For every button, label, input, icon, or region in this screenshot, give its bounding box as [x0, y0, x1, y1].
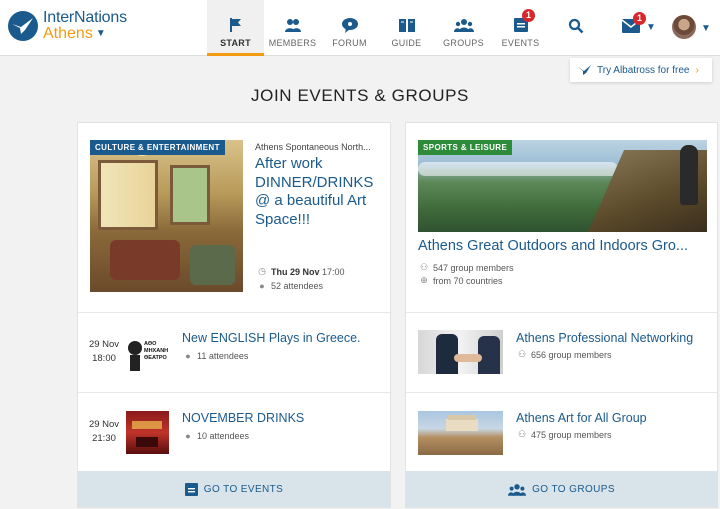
- group-row[interactable]: Athens Art for All Group ⚇ 475 group mem…: [406, 393, 717, 472]
- event-date: Thu 29 Nov: [271, 266, 320, 277]
- top-header: InterNations Athens ▼ START MEMBERS FORUM…: [0, 0, 720, 56]
- groups-icon: [508, 483, 527, 496]
- event-row[interactable]: 29 Nov 21:30 NOVEMBER DRINKS ● 10 attend…: [78, 393, 390, 472]
- search-icon[interactable]: [568, 18, 584, 34]
- nav-members[interactable]: MEMBERS: [264, 0, 321, 56]
- group-members: 547 group members: [433, 262, 514, 273]
- mail-menu[interactable]: 1 ▼: [620, 12, 656, 38]
- nav-label: EVENTS: [501, 38, 540, 48]
- group-members: 656 group members: [531, 349, 612, 360]
- nav-forum[interactable]: FORUM: [321, 0, 378, 56]
- globe-icon: ⊕: [420, 275, 428, 285]
- chevron-right-icon: ›: [695, 64, 699, 76]
- nav-label: FORUM: [332, 38, 367, 48]
- group-row[interactable]: Athens Professional Networking ⚇ 656 gro…: [406, 313, 717, 392]
- group-members: 475 group members: [531, 429, 612, 440]
- event-attendees: 10 attendees: [197, 431, 250, 441]
- bird-icon: [578, 65, 591, 75]
- nav-label: MEMBERS: [268, 38, 317, 48]
- event-featured-image[interactable]: [90, 140, 243, 292]
- page-title: JOIN EVENTS & GROUPS: [251, 86, 469, 105]
- group-title[interactable]: Athens Great Outdoors and Indoors Gro...: [418, 238, 710, 254]
- event-time: 17:00: [322, 266, 345, 277]
- bird-logo-icon: [8, 11, 38, 41]
- albatross-label: Try Albatross for free: [597, 64, 690, 76]
- forum-icon: [341, 18, 358, 33]
- thumb-logo-text: ΑΘΟ ΜΗΧΑΝΗ ΘΕΑΤΡΟ: [144, 341, 169, 361]
- internations-logo[interactable]: InterNations Athens ▼: [8, 10, 127, 42]
- event-title: New ENGLISH Plays in Greece.: [182, 331, 361, 345]
- city-selector[interactable]: Athens ▼: [43, 26, 127, 42]
- group-title: Athens Art for All Group: [516, 411, 647, 425]
- category-tag: SPORTS & LEISURE: [418, 140, 513, 155]
- chevron-down-icon: ▼: [646, 22, 656, 33]
- chevron-down-icon: ▼: [701, 23, 711, 34]
- group-thumbnail: [418, 411, 503, 455]
- group-thumbnail: [418, 330, 503, 374]
- event-time: 21:30: [92, 433, 116, 444]
- event-thumbnail: ΑΘΟ ΜΗΧΑΝΗ ΘΕΑΤΡΟ: [126, 333, 169, 376]
- profile-menu[interactable]: ▼: [672, 15, 714, 41]
- event-day: 29 Nov: [88, 339, 120, 350]
- groups-card: SPORTS & LEISURE Athens Great Outdoors a…: [405, 122, 718, 508]
- groups-icon: [453, 19, 474, 32]
- members-icon: [284, 19, 301, 32]
- members-icon: ⚇: [517, 429, 527, 439]
- go-to-events-label: GO TO EVENTS: [203, 483, 284, 495]
- nav-guide[interactable]: GUIDE: [378, 0, 435, 56]
- main-nav: START MEMBERS FORUM GUIDE GROUPS 1 EVENT…: [207, 0, 549, 56]
- nav-label: GUIDE: [391, 38, 422, 48]
- person-icon: ●: [185, 351, 191, 361]
- event-attendees: 11 attendees: [197, 351, 249, 361]
- nav-label: GROUPS: [443, 38, 484, 48]
- go-to-groups-label: GO TO GROUPS: [532, 483, 615, 495]
- event-attendees: 52 attendees: [271, 281, 324, 291]
- group-title: Athens Professional Networking: [516, 331, 694, 345]
- members-icon: ⚇: [517, 349, 527, 359]
- event-row[interactable]: 29 Nov 18:00 ΑΘΟ ΜΗΧΑΝΗ ΘΕΑΤΡΟ New ENGLI…: [78, 313, 390, 392]
- brand-name: InterNations: [43, 9, 127, 26]
- nav-label: START: [220, 38, 251, 48]
- nav-events[interactable]: 1 EVENTS: [492, 0, 549, 56]
- event-group-name[interactable]: Athens Spontaneous North...: [255, 142, 383, 152]
- city-name: Athens: [43, 25, 93, 42]
- event-thumbnail: [126, 411, 169, 454]
- nav-groups[interactable]: GROUPS: [435, 0, 492, 56]
- albatross-promo[interactable]: Try Albatross for free ›: [570, 58, 712, 82]
- person-icon: ●: [259, 281, 265, 291]
- group-countries: from 70 countries: [433, 275, 503, 286]
- person-icon: ●: [185, 431, 191, 441]
- nav-start[interactable]: START: [207, 0, 264, 56]
- event-title: NOVEMBER DRINKS: [182, 411, 305, 425]
- book-icon: [398, 19, 415, 32]
- event-title[interactable]: After work DINNER/DRINKS @ a beautiful A…: [255, 155, 385, 229]
- event-day: 29 Nov: [88, 419, 120, 430]
- chevron-down-icon: ▼: [95, 28, 106, 39]
- go-to-events-button[interactable]: GO TO EVENTS: [78, 471, 390, 507]
- calendar-icon: [184, 483, 198, 496]
- clock-icon: ◷: [258, 266, 266, 276]
- category-tag: CULTURE & ENTERTAINMENT: [90, 140, 225, 155]
- mail-badge: 1: [633, 12, 646, 25]
- events-badge: 1: [522, 9, 535, 22]
- flag-icon: [229, 18, 241, 32]
- events-card: CULTURE & ENTERTAINMENT Athens Spontaneo…: [77, 122, 391, 508]
- go-to-groups-button[interactable]: GO TO GROUPS: [406, 471, 717, 507]
- members-icon: ⚇: [419, 262, 429, 272]
- avatar: [672, 15, 696, 39]
- event-time: 18:00: [92, 353, 116, 364]
